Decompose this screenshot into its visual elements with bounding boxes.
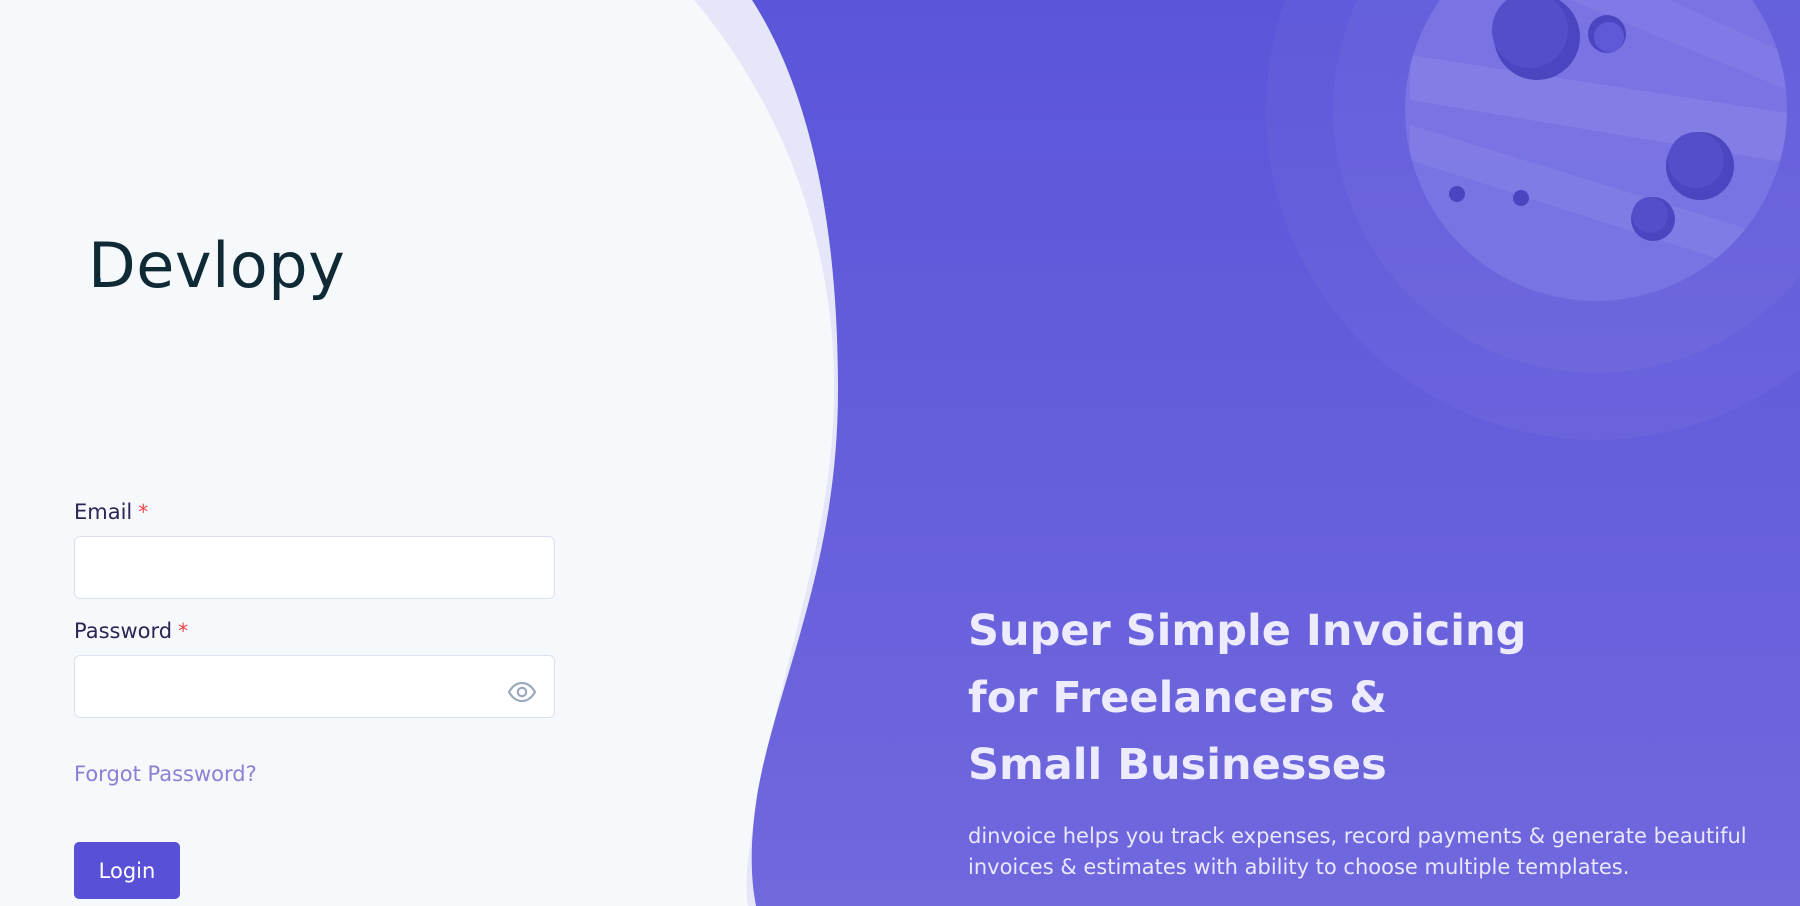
login-form: Email * Password * Forgot Password? Logi… bbox=[74, 496, 556, 899]
email-input[interactable] bbox=[74, 536, 555, 599]
forgot-password-link[interactable]: Forgot Password? bbox=[74, 762, 257, 786]
logo-text: Devlopy bbox=[88, 229, 346, 302]
password-input[interactable] bbox=[74, 655, 555, 718]
email-required-mark: * bbox=[138, 500, 149, 524]
eye-icon[interactable] bbox=[507, 681, 537, 703]
hero-section: Super Simple Invoicing for Freelancers &… bbox=[968, 598, 1768, 883]
devlopy-logo: Devlopy bbox=[88, 226, 348, 306]
hero-title-line-2: for Freelancers & bbox=[968, 673, 1387, 723]
hero-title-line-3: Small Businesses bbox=[968, 740, 1387, 790]
email-label-text: Email bbox=[74, 500, 133, 524]
hero-title: Super Simple Invoicing for Freelancers &… bbox=[968, 598, 1768, 799]
password-label: Password * bbox=[74, 615, 556, 647]
password-input-wrapper bbox=[74, 655, 555, 718]
login-button[interactable]: Login bbox=[74, 842, 180, 899]
hero-description: dinvoice helps you track expenses, recor… bbox=[968, 824, 1747, 879]
password-field-group: Password * bbox=[74, 615, 556, 735]
password-label-text: Password bbox=[74, 619, 173, 643]
email-field-group: Email * bbox=[74, 496, 556, 615]
password-required-mark: * bbox=[178, 619, 189, 643]
hero-title-line-1: Super Simple Invoicing bbox=[968, 606, 1527, 656]
login-page: Devlopy Email * Password * Forgot Passwo… bbox=[0, 0, 1800, 906]
email-label: Email * bbox=[74, 496, 556, 528]
